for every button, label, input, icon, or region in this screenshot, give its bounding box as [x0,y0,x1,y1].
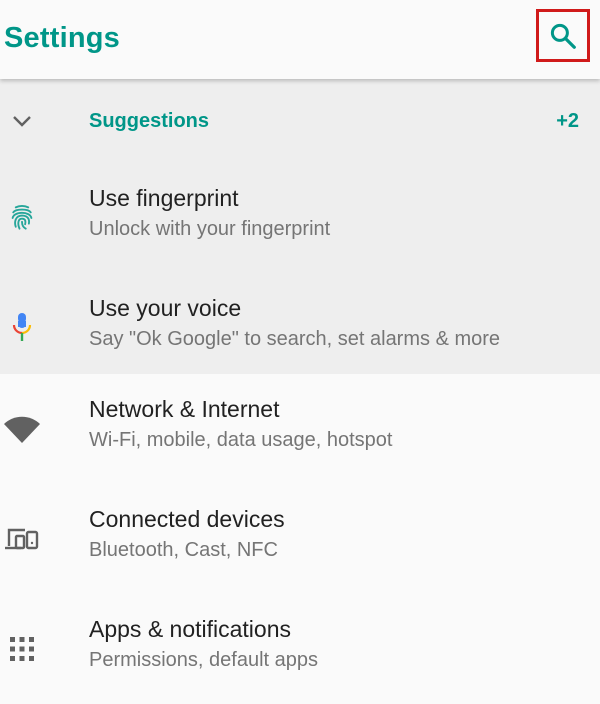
settings-item-apps-notifications[interactable]: Apps & notifications Permissions, defaul… [0,594,600,704]
apps-grid-icon [10,637,34,661]
suggestion-fingerprint[interactable]: Use fingerprint Unlock with your fingerp… [0,163,600,273]
suggestion-title: Use your voice [89,295,242,321]
microphone-icon [12,313,32,341]
suggestions-label: Suggestions [89,110,210,132]
suggestion-subtitle: Say "Ok Google" to search, set alarms & … [89,328,501,350]
devices-icon [5,528,39,550]
app-bar: Settings [0,0,600,79]
settings-item-title: Connected devices [89,506,285,532]
suggestion-title: Use fingerprint [89,185,239,211]
fingerprint-icon [11,205,33,230]
settings-item-title: Apps & notifications [89,616,292,642]
chevron-down-icon[interactable] [10,109,34,133]
suggestions-header[interactable]: Suggestions +2 [0,79,600,163]
settings-item-subtitle: Permissions, default apps [89,649,319,671]
suggestion-subtitle: Unlock with your fingerprint [89,218,331,240]
search-button[interactable] [536,9,590,62]
settings-item-title: Network & Internet [89,396,280,422]
search-icon [550,23,576,49]
suggestions-more-count[interactable]: +2 [556,110,579,133]
wifi-icon [4,416,40,443]
page-title: Settings [4,22,120,54]
settings-item-network[interactable]: Network & Internet Wi-Fi, mobile, data u… [0,374,600,484]
settings-item-connected-devices[interactable]: Connected devices Bluetooth, Cast, NFC [0,484,600,594]
suggestion-voice[interactable]: Use your voice Say "Ok Google" to search… [0,273,600,383]
settings-item-subtitle: Bluetooth, Cast, NFC [89,539,278,561]
suggestions-section: Suggestions +2 Use fingerprint Unlock wi… [0,79,600,374]
settings-item-subtitle: Wi-Fi, mobile, data usage, hotspot [89,429,393,451]
